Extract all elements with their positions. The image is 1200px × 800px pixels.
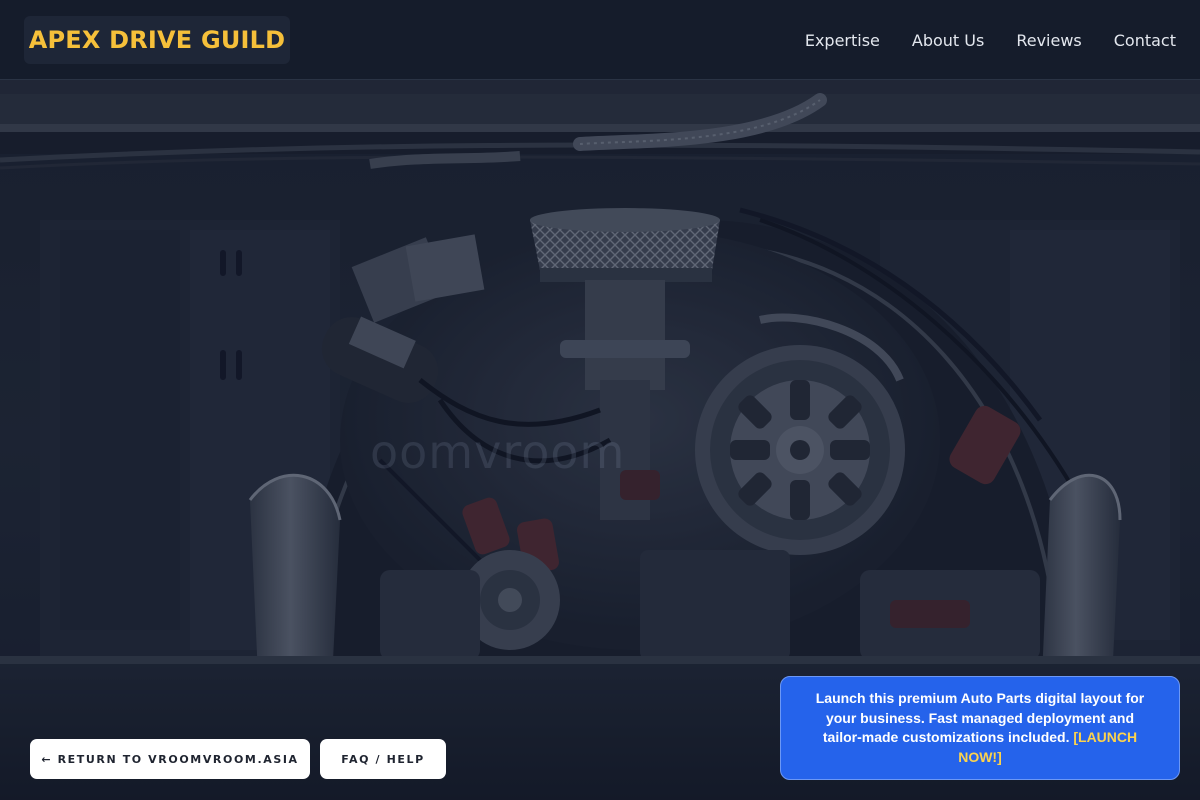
promo-message: Launch this premium Auto Parts digital l…: [807, 689, 1153, 767]
nav-expertise[interactable]: Expertise: [805, 31, 880, 50]
nav-reviews[interactable]: Reviews: [1016, 31, 1081, 50]
return-button[interactable]: ← RETURN TO VROOMVROOM.ASIA: [30, 739, 310, 779]
logo[interactable]: APEX DRIVE GUILD: [24, 16, 290, 64]
main-nav: Expertise About Us Reviews Contact: [805, 0, 1176, 80]
nav-about-us[interactable]: About Us: [912, 31, 984, 50]
nav-contact[interactable]: Contact: [1114, 31, 1176, 50]
logo-text: APEX DRIVE GUILD: [28, 26, 286, 54]
promo-banner: Launch this premium Auto Parts digital l…: [780, 676, 1180, 780]
site-header: APEX DRIVE GUILD Expertise About Us Revi…: [0, 0, 1200, 80]
faq-help-button[interactable]: FAQ / HELP: [320, 739, 446, 779]
